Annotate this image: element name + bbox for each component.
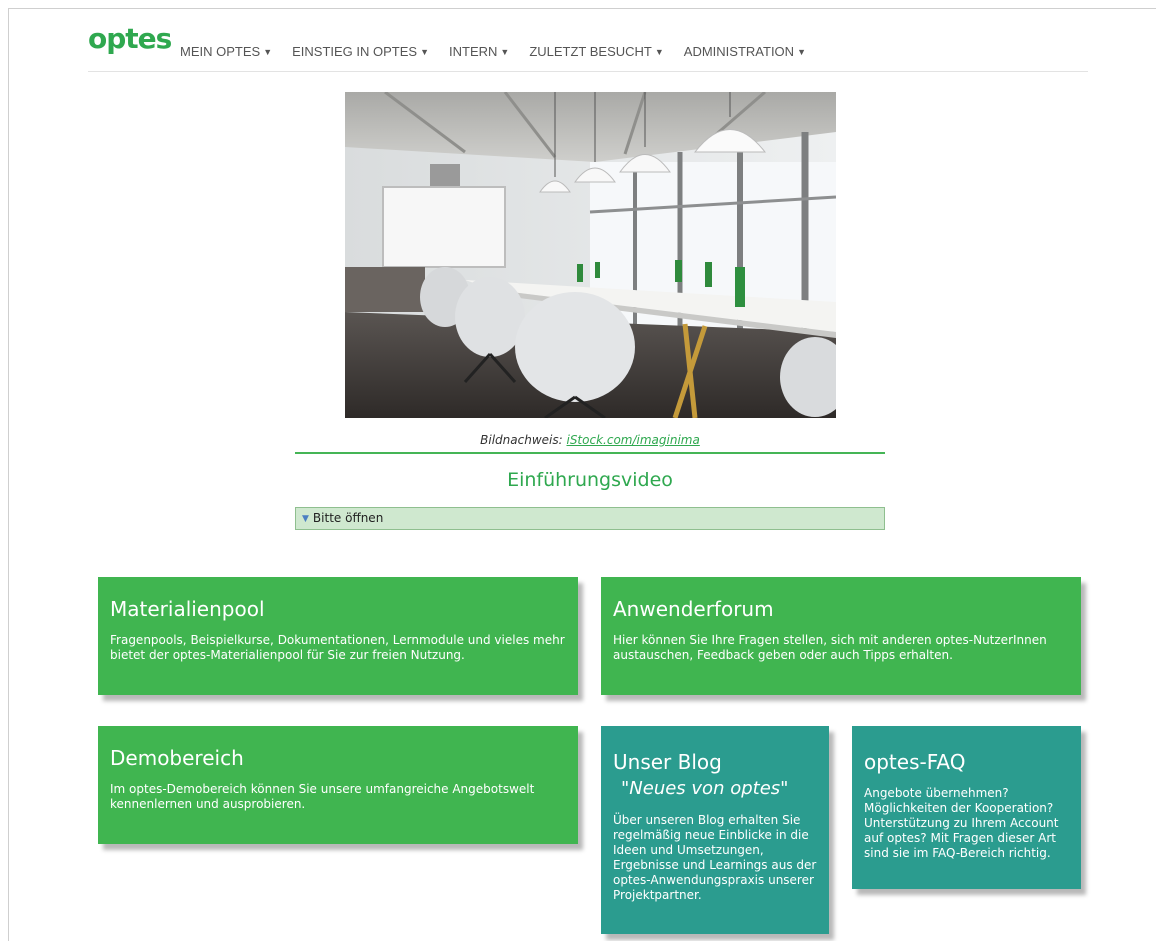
tile-anwenderforum[interactable]: Anwenderforum Hier können Sie Ihre Frage… (601, 577, 1081, 695)
tile-title: Unser Blog (613, 750, 722, 774)
caret-down-icon: ▼ (797, 47, 806, 57)
credit-prefix: Bildnachweis: (480, 433, 567, 447)
main-menu: MEIN OPTES ▼ EINSTIEG IN OPTES ▼ INTERN ▼ Z… (180, 44, 826, 59)
tile-demobereich[interactable]: Demobereich Im optes-Demobereich können … (98, 726, 578, 844)
tile-text: Fragenpools, Beispielkurse, Dokumentatio… (110, 633, 565, 662)
hero-image (345, 92, 836, 418)
tile-text: Über unseren Blog erhalten Sie regelmäßi… (613, 813, 817, 902)
optes-logo[interactable]: optes (88, 22, 172, 55)
video-accordion-toggle[interactable]: ▼ Bitte öffnen (295, 507, 885, 530)
caret-down-icon: ▼ (500, 47, 510, 57)
tile-faq[interactable]: optes-FAQ Angebote übernehmen? Möglichke… (852, 726, 1081, 889)
menu-item-label: EINSTIEG IN OPTES (292, 44, 418, 59)
image-credit: Bildnachweis: iStock.com/imaginima (295, 433, 885, 447)
tile-title: Demobereich (110, 746, 244, 770)
menu-item-mein-optes[interactable]: MEIN OPTES ▼ (180, 44, 272, 59)
accordion-label: Bitte öffnen (312, 511, 384, 525)
menu-item-label: MEIN OPTES (180, 44, 261, 59)
menu-item-einstieg[interactable]: EINSTIEG IN OPTES ▼ (292, 44, 429, 59)
menu-item-label: INTERN (449, 44, 498, 59)
tile-title: Anwenderforum (613, 597, 774, 621)
tile-subtitle: "Neues von optes" (621, 778, 789, 799)
tile-text: Im optes-Demobereich können Sie unsere u… (110, 782, 535, 811)
menu-item-administration[interactable]: ADMINISTRATION ▼ (684, 44, 806, 59)
tile-text: Hier können Sie Ihre Fragen stellen, sic… (613, 633, 1047, 662)
tile-title: optes-FAQ (864, 750, 966, 774)
video-section-title: Einführungsvideo (507, 469, 673, 491)
caret-down-icon: ▼ (420, 47, 429, 57)
credit-link[interactable]: iStock.com/imaginima (566, 433, 699, 447)
menu-item-zuletzt-besucht[interactable]: ZULETZT BESUCHT ▼ (529, 44, 663, 59)
menu-item-label: ZULETZT BESUCHT (529, 44, 652, 59)
triangle-down-icon: ▼ (302, 514, 309, 524)
tile-text: Angebote übernehmen? Möglichkeiten der K… (864, 786, 1059, 860)
caret-down-icon: ▼ (654, 47, 664, 57)
menu-item-intern[interactable]: INTERN ▼ (449, 44, 509, 59)
top-navbar: optes MEIN OPTES ▼ EINSTIEG IN OPTES ▼ INT… (88, 22, 1088, 72)
tile-title: Materialienpool (110, 597, 265, 621)
tile-blog[interactable]: Unser Blog "Neues von optes" Über unsere… (601, 726, 829, 934)
tile-materialienpool[interactable]: Materialienpool Fragenpools, Beispielkur… (98, 577, 578, 695)
green-divider (295, 452, 885, 454)
menu-item-label: ADMINISTRATION (683, 44, 795, 59)
caret-down-icon: ▼ (263, 47, 273, 57)
